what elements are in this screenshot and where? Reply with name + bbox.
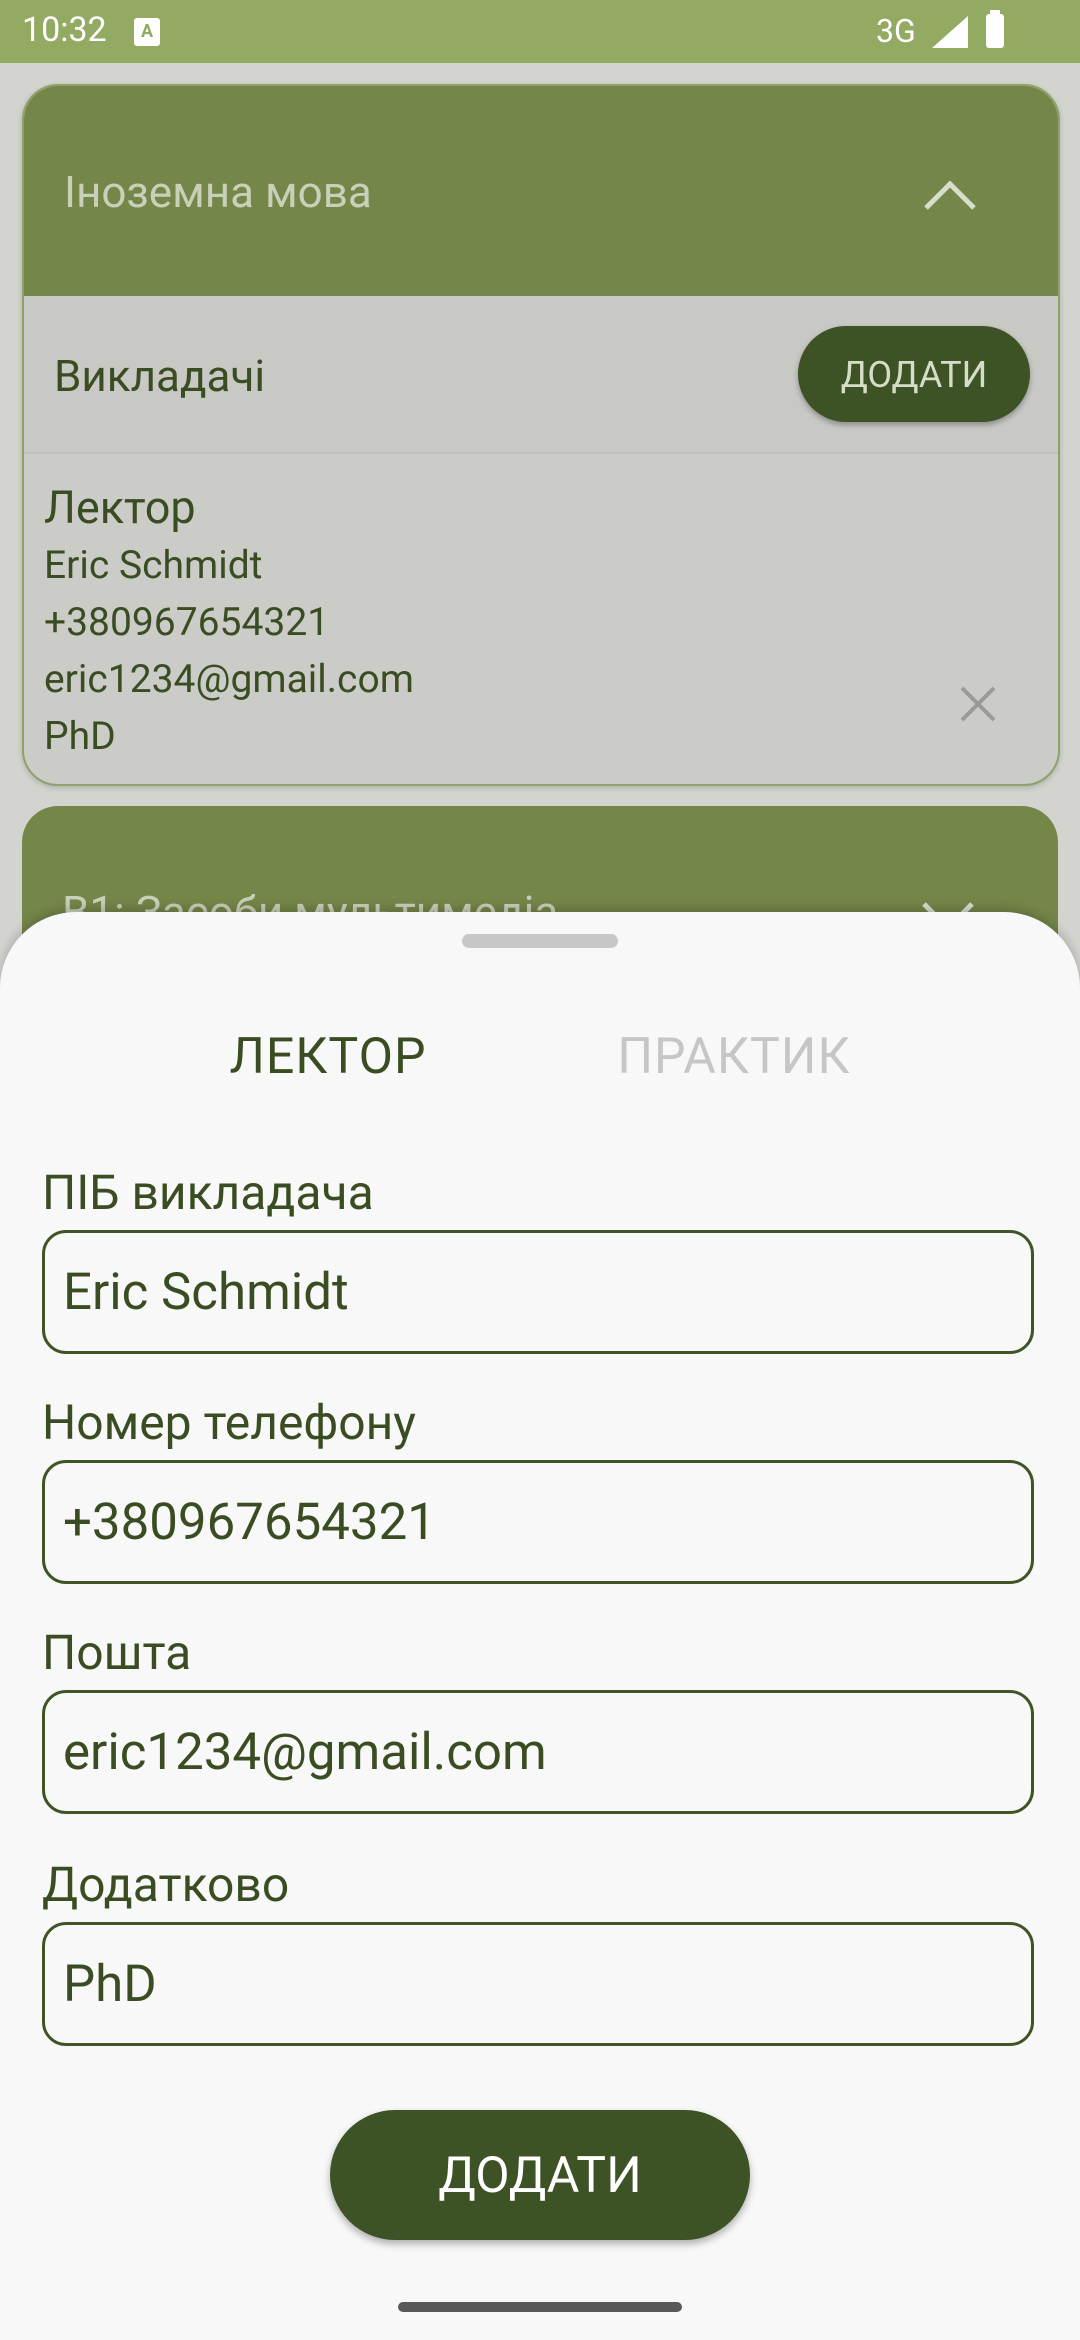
phone-input[interactable] <box>63 1463 1013 1581</box>
tab-practice[interactable]: ПРАКТИК <box>584 1028 884 1086</box>
email-input[interactable] <box>63 1693 1013 1811</box>
teacher-phone: +380967654321 <box>44 599 330 645</box>
email-label: Пошта <box>42 1624 192 1681</box>
submit-add-button[interactable]: ДОДАТИ <box>330 2110 750 2240</box>
teachers-label: Викладачі <box>54 350 266 402</box>
battery-icon <box>986 10 1004 48</box>
name-input[interactable] <box>63 1233 1013 1351</box>
phone-field[interactable] <box>42 1460 1034 1584</box>
subject-title: Іноземна мова <box>64 166 372 218</box>
add-teacher-button[interactable]: ДОДАТИ <box>798 326 1030 422</box>
status-bar: 10:32 A 3G <box>0 0 1080 63</box>
teacher-entry: Лектор Eric Schmidt +380967654321 eric12… <box>44 471 1004 765</box>
name-field[interactable] <box>42 1230 1034 1354</box>
phone-label: Номер телефону <box>42 1394 416 1451</box>
extra-field[interactable] <box>42 1922 1034 2046</box>
email-field[interactable] <box>42 1690 1034 1814</box>
app-notification-icon: A <box>134 18 160 46</box>
network-type: 3G <box>876 12 916 50</box>
teacher-email: eric1234@gmail.com <box>44 656 414 702</box>
name-label: ПІБ викладача <box>42 1164 374 1221</box>
teacher-name: Eric Schmidt <box>44 542 263 588</box>
close-icon[interactable] <box>958 684 998 724</box>
subject-card-header[interactable]: Іноземна мова <box>24 86 1058 296</box>
signal-icon <box>932 16 968 48</box>
chevron-up-icon[interactable] <box>922 174 978 214</box>
tab-lector[interactable]: ЛЕКТОР <box>178 1028 478 1086</box>
subject-card: Іноземна мова Викладачі ДОДАТИ Лектор Er… <box>22 84 1060 786</box>
drag-handle[interactable] <box>462 934 618 948</box>
gesture-nav-bar[interactable] <box>398 2302 682 2312</box>
status-time: 10:32 <box>22 10 107 50</box>
add-teacher-sheet: ЛЕКТОР ПРАКТИК ПІБ викладача Номер телеф… <box>0 912 1080 2340</box>
extra-input[interactable] <box>63 1925 1013 2043</box>
teachers-row: Викладачі ДОДАТИ <box>24 296 1058 454</box>
teacher-extra: PhD <box>44 713 116 759</box>
teacher-role: Лектор <box>44 481 196 534</box>
extra-label: Додатково <box>42 1856 290 1913</box>
